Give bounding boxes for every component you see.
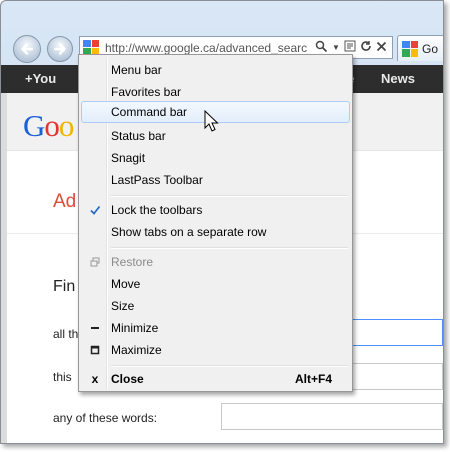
menu-item-show-tabs-separate-row[interactable]: Show tabs on a separate row <box>81 221 350 243</box>
stop-icon[interactable] <box>376 41 387 55</box>
dropdown-arrow-icon[interactable]: ▼ <box>332 43 340 52</box>
any-words-label: any of these words: <box>53 411 158 425</box>
page-left-edge <box>1 93 7 443</box>
menu-separator <box>111 195 348 197</box>
find-heading: Fin <box>53 278 76 295</box>
menu-item-lock-toolbars[interactable]: Lock the toolbars <box>81 199 350 221</box>
menu-item-menu-bar[interactable]: Menu bar <box>81 59 350 81</box>
close-shortcut: Alt+F4 <box>294 372 332 386</box>
menu-item-close[interactable]: x Close Alt+F4 <box>81 368 350 390</box>
close-icon: x <box>91 372 99 386</box>
tab-label: Go <box>422 41 439 56</box>
menu-item-move[interactable]: Move <box>81 273 350 295</box>
checkmark-icon <box>87 202 103 218</box>
gbar-item-you[interactable]: +You <box>25 71 56 86</box>
exact-phrase-label: this <box>53 370 72 384</box>
menu-item-maximize[interactable]: Maximize <box>81 339 350 361</box>
forward-button[interactable] <box>47 36 73 62</box>
maximize-icon <box>87 342 103 358</box>
mouse-cursor-icon <box>204 110 219 132</box>
url-text[interactable]: http://www.google.ca/advanced_searc <box>105 41 311 55</box>
menu-item-restore: Restore <box>81 251 350 273</box>
forward-arrow-icon <box>53 43 66 55</box>
menu-item-minimize[interactable]: Minimize <box>81 317 350 339</box>
any-words-input[interactable] <box>221 403 443 430</box>
menu-item-snagit[interactable]: Snagit <box>81 147 350 169</box>
minimize-icon <box>87 320 103 336</box>
menu-item-lastpass-toolbar[interactable]: LastPass Toolbar <box>81 169 350 191</box>
menu-item-favorites-bar[interactable]: Favorites bar <box>81 81 350 103</box>
restore-icon <box>87 254 103 270</box>
refresh-icon[interactable] <box>360 40 372 55</box>
page-title: Ad <box>53 191 77 212</box>
google-logo[interactable]: Goo <box>23 108 74 144</box>
browser-tab[interactable]: Go <box>397 35 443 61</box>
back-button[interactable] <box>13 35 41 63</box>
back-arrow-icon <box>21 43 34 55</box>
all-words-label: all th <box>53 327 79 341</box>
menu-item-size[interactable]: Size <box>81 295 350 317</box>
tab-google-favicon-icon <box>402 40 418 57</box>
toolbar-context-menu: Menu bar Favorites bar Command bar Statu… <box>78 54 353 392</box>
gbar-item-news[interactable]: News <box>381 71 415 86</box>
menu-separator <box>111 365 348 367</box>
menu-separator <box>111 247 348 249</box>
compatibility-view-icon[interactable] <box>344 40 356 55</box>
